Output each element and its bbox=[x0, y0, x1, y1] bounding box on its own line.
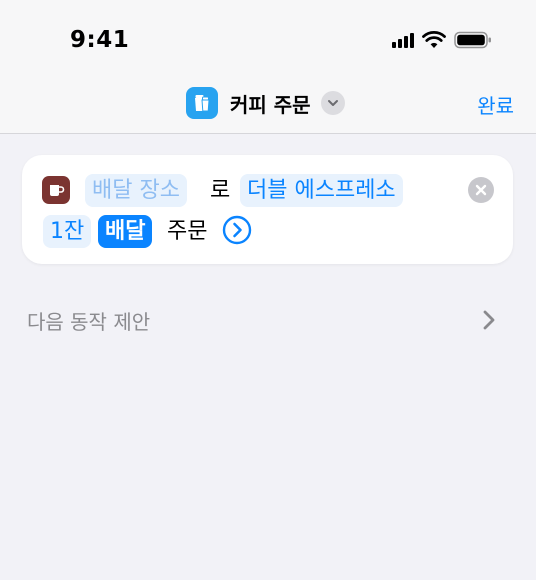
order-text: 주문 bbox=[167, 219, 208, 244]
page-title: 커피 주문 bbox=[230, 92, 311, 117]
suggestions-label: 다음 동작 제안 bbox=[27, 310, 151, 334]
status-icons bbox=[392, 30, 492, 50]
status-time: 9:41 bbox=[70, 27, 130, 53]
method-token[interactable]: 배달 bbox=[98, 215, 153, 248]
location-token[interactable]: 배달 장소 bbox=[85, 174, 187, 207]
order-coffee-action-card: 배달 장소 로 더블 에스프레소 1잔 배달 주문 bbox=[22, 155, 513, 264]
battery-icon bbox=[454, 31, 491, 49]
wifi-icon bbox=[422, 31, 446, 48]
done-button[interactable]: 완료 bbox=[477, 90, 514, 119]
chevron-right-icon bbox=[483, 310, 495, 330]
coffee-cup-icon bbox=[186, 87, 218, 119]
chevron-down-icon[interactable] bbox=[320, 91, 345, 115]
drink-token[interactable]: 더블 에스프레소 bbox=[240, 174, 403, 207]
status-bar: 9:41 bbox=[0, 0, 536, 70]
cellular-signal-icon bbox=[392, 32, 414, 48]
next-action-suggestions-row[interactable]: 다음 동작 제안 bbox=[0, 298, 536, 342]
navigation-bar: 커피 주문 완료 bbox=[0, 70, 536, 134]
chevron-right-circle-icon[interactable] bbox=[222, 215, 252, 245]
shortcut-title-menu[interactable]: 커피 주문 bbox=[186, 87, 345, 119]
quantity-token[interactable]: 1잔 bbox=[43, 215, 92, 248]
mug-icon bbox=[42, 176, 70, 204]
particle-text: 로 bbox=[210, 178, 231, 203]
close-circle-icon[interactable] bbox=[468, 177, 494, 203]
